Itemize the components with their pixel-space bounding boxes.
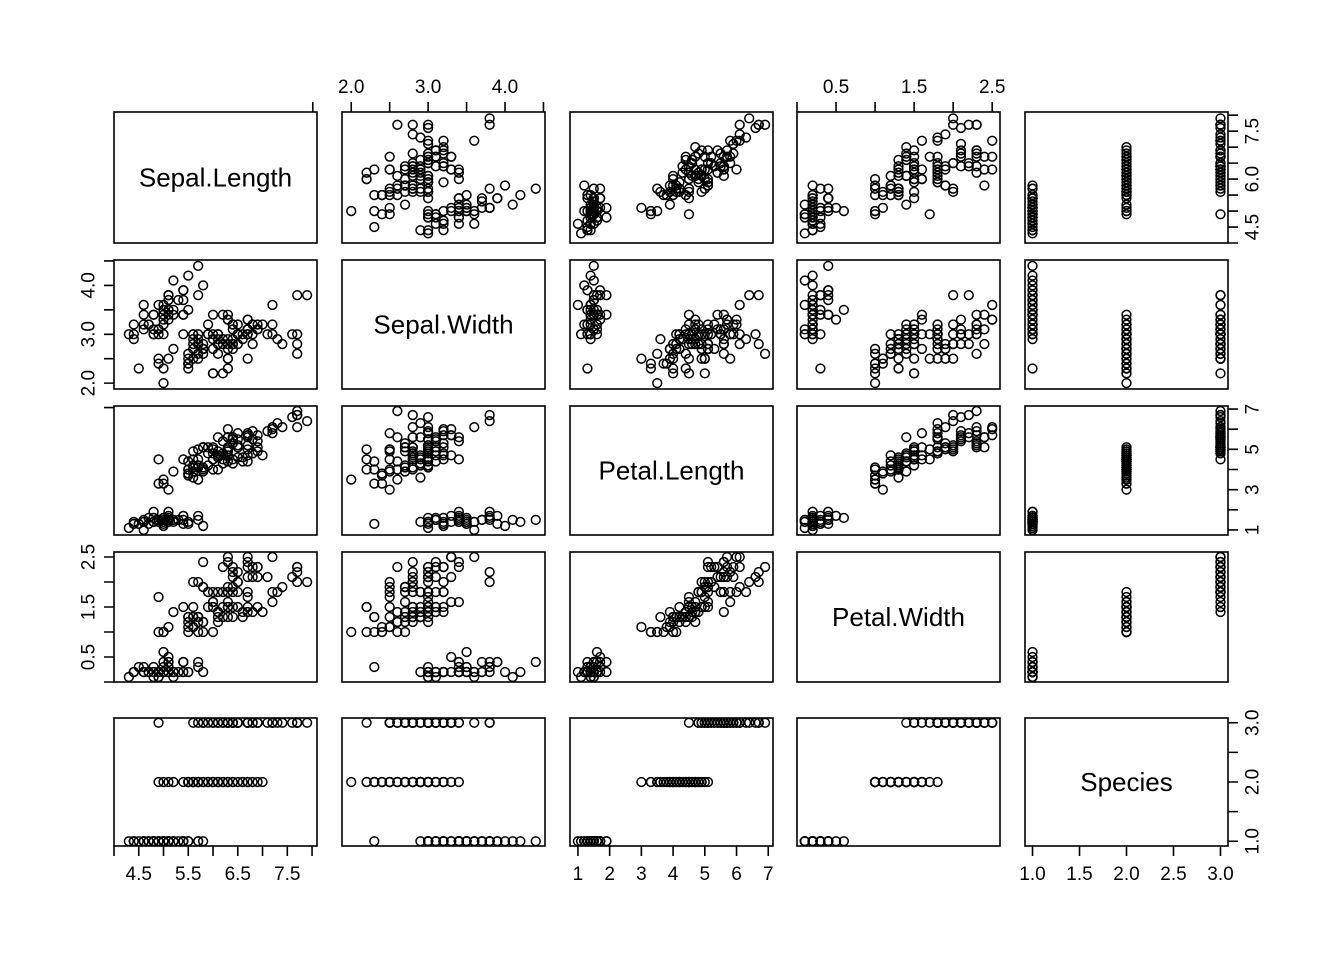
yaxis-ticks-species [1228, 721, 1238, 843]
pairs-plot-canvas: Sepal.Length Sepal.Width Petal.Length Petal… [79, 77, 1264, 885]
yaxis-label-petal-length-3: 7 [1243, 404, 1264, 415]
diagonal-label-sepal-length: Sepal.Length [139, 163, 292, 193]
yaxis-label-species-0: 1.0 [1243, 828, 1264, 854]
xaxis-label-sepal-length-0: 4.5 [126, 864, 152, 885]
xaxis-ticks-petal-length [577, 846, 770, 856]
xaxis-label-sepal-length-3: 7.5 [274, 864, 300, 885]
xaxis-ticks-petal-width [796, 102, 993, 112]
yaxis-label-petal-length-2: 5 [1243, 444, 1264, 455]
xaxis-label-petal-length-4: 5 [700, 864, 711, 885]
panel-species-vs-sepal-width [341, 717, 546, 847]
yaxis-label-sepal-length-0: 4.5 [1243, 214, 1264, 240]
xaxis-ticks-sepal-width [311, 102, 545, 112]
xaxis-label-sepal-width-1: 3.0 [415, 77, 441, 98]
xaxis-label-petal-width-0: 0.5 [823, 77, 849, 98]
xaxis-label-sepal-width-0: 2.0 [338, 77, 364, 98]
yaxis-label-species-1: 2.0 [1243, 769, 1264, 795]
yaxis-ticks-sepal-width [104, 260, 114, 409]
xaxis-label-petal-length-5: 6 [731, 864, 742, 885]
xaxis-label-species-2: 2.0 [1113, 864, 1139, 885]
yaxis-label-sepal-length-1: 6.0 [1243, 166, 1264, 192]
xaxis-label-species-0: 1.0 [1019, 864, 1045, 885]
xaxis-label-petal-width-1: 1.5 [901, 77, 927, 98]
yaxis-label-sepal-length-2: 7.5 [1243, 118, 1264, 144]
yaxis-ticks-sepal-length [1228, 114, 1238, 244]
xaxis-label-petal-length-6: 7 [763, 864, 774, 885]
panel-species-vs-sepal-length [113, 717, 318, 847]
xaxis-ticks-species [1031, 846, 1222, 856]
xaxis-label-petal-length-2: 3 [636, 864, 647, 885]
diagonal-label-petal-width: Petal.Width [832, 602, 965, 632]
xaxis-label-petal-length-3: 4 [668, 864, 679, 885]
xaxis-label-petal-length-0: 1 [573, 864, 584, 885]
xaxis-label-sepal-width-2: 4.0 [492, 77, 518, 98]
xaxis-label-petal-length-1: 2 [604, 864, 615, 885]
scatterplot-matrix-figure: Sepal.Length Sepal.Width Petal.Length Petal… [0, 0, 1344, 960]
yaxis-label-petal-length-1: 3 [1243, 484, 1264, 495]
xaxis-label-species-4: 3.0 [1207, 864, 1233, 885]
yaxis-label-petal-width-2: 2.5 [79, 544, 100, 570]
yaxis-label-species-2: 3.0 [1243, 710, 1264, 736]
yaxis-label-petal-width-1: 1.5 [79, 594, 100, 620]
xaxis-label-sepal-length-2: 6.5 [225, 864, 251, 885]
yaxis-ticks-petal-width [104, 556, 114, 683]
xaxis-label-species-3: 2.5 [1160, 864, 1186, 885]
panel-species-vs-petal-width [796, 717, 1001, 847]
xaxis-ticks-sepal-length [113, 846, 313, 856]
diagonal-label-petal-length: Petal.Length [598, 456, 744, 486]
xaxis-label-petal-width-2: 2.5 [979, 77, 1005, 98]
yaxis-label-petal-width-0: 0.5 [79, 644, 100, 670]
yaxis-label-petal-length-0: 1 [1243, 525, 1264, 536]
yaxis-label-sepal-width-0: 2.0 [79, 370, 100, 396]
diagonal-label-species: Species [1080, 767, 1173, 797]
xaxis-label-sepal-length-1: 5.5 [175, 864, 201, 885]
yaxis-label-sepal-width-1: 3.0 [79, 321, 100, 347]
panel-sepal-width-vs-petal-width [796, 259, 1001, 390]
xaxis-label-species-1: 1.5 [1066, 864, 1092, 885]
yaxis-label-sepal-width-2: 4.0 [79, 272, 100, 298]
diagonal-label-sepal-width: Sepal.Width [373, 310, 513, 340]
yaxis-ticks-petal-length [1228, 408, 1238, 531]
